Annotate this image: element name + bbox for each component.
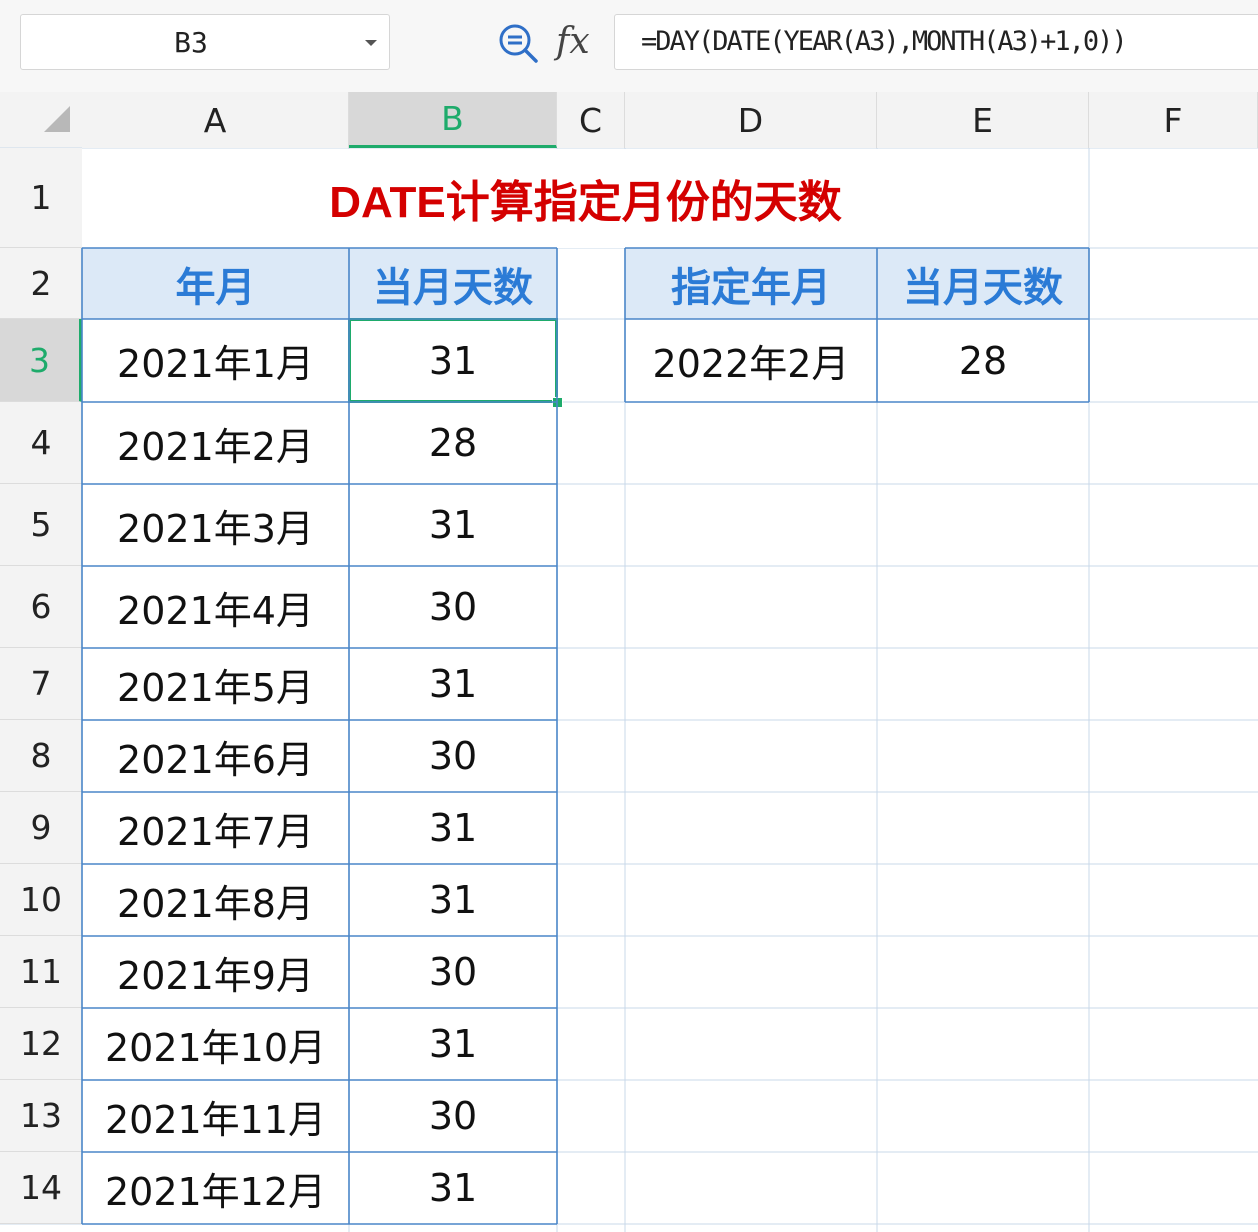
table2-header-0[interactable]: 指定年月 bbox=[625, 248, 877, 319]
row-header-13[interactable]: 13 bbox=[0, 1080, 82, 1152]
chevron-down-icon[interactable] bbox=[359, 15, 383, 71]
name-box-value: B3 bbox=[174, 26, 208, 59]
table1-month-cell[interactable]: 2021年4月 bbox=[82, 566, 349, 648]
row-header-10[interactable]: 10 bbox=[0, 864, 82, 936]
table1-month-cell[interactable]: 2021年1月 bbox=[82, 319, 349, 402]
fx-icon[interactable]: fx bbox=[556, 14, 604, 70]
table1-days-cell[interactable]: 31 bbox=[349, 792, 557, 864]
table1-days-cell[interactable]: 30 bbox=[349, 936, 557, 1008]
row-header-5[interactable]: 5 bbox=[0, 484, 82, 566]
table1-days-cell[interactable]: 31 bbox=[349, 319, 557, 402]
table1-month-cell[interactable]: 2021年8月 bbox=[82, 864, 349, 936]
row-header-1[interactable]: 1 bbox=[0, 148, 82, 248]
table1-days-cell[interactable]: 30 bbox=[349, 1080, 557, 1152]
table1-days-cell[interactable]: 31 bbox=[349, 648, 557, 720]
column-header-d[interactable]: D bbox=[625, 92, 877, 148]
row-header-4[interactable]: 4 bbox=[0, 402, 82, 484]
table1-days-cell[interactable]: 30 bbox=[349, 720, 557, 792]
row-header-2[interactable]: 2 bbox=[0, 248, 82, 319]
fill-handle[interactable] bbox=[552, 397, 563, 408]
formula-bar: B3 fx =DAY(DATE(YEAR(A3),MONTH(A3)+1,0)) bbox=[0, 0, 1258, 92]
column-header-f[interactable]: F bbox=[1089, 92, 1258, 148]
table1-header-0[interactable]: 年月 bbox=[82, 248, 349, 319]
table1-days-cell[interactable]: 31 bbox=[349, 1152, 557, 1224]
row-header-7[interactable]: 7 bbox=[0, 648, 82, 720]
table2-header-1[interactable]: 当月天数 bbox=[877, 248, 1089, 319]
table1-month-cell[interactable]: 2021年12月 bbox=[82, 1152, 349, 1224]
table1-days-cell[interactable]: 28 bbox=[349, 402, 557, 484]
table1-month-cell[interactable]: 2021年10月 bbox=[82, 1008, 349, 1080]
table1-header-1[interactable]: 当月天数 bbox=[349, 248, 557, 319]
table1-days-cell[interactable]: 30 bbox=[349, 566, 557, 648]
column-header-c[interactable]: C bbox=[557, 92, 625, 148]
table1-days-cell[interactable]: 31 bbox=[349, 484, 557, 566]
table1-month-cell[interactable]: 2021年5月 bbox=[82, 648, 349, 720]
table1-month-cell[interactable]: 2021年11月 bbox=[82, 1080, 349, 1152]
row-header-8[interactable]: 8 bbox=[0, 720, 82, 792]
table1-month-cell[interactable]: 2021年9月 bbox=[82, 936, 349, 1008]
row-header-9[interactable]: 9 bbox=[0, 792, 82, 864]
table1-month-cell[interactable]: 2021年2月 bbox=[82, 402, 349, 484]
row-header-3[interactable]: 3 bbox=[0, 319, 82, 402]
column-header-e[interactable]: E bbox=[877, 92, 1089, 148]
row-header-11[interactable]: 11 bbox=[0, 936, 82, 1008]
column-header-b[interactable]: B bbox=[349, 92, 557, 148]
formula-input[interactable]: =DAY(DATE(YEAR(A3),MONTH(A3)+1,0)) bbox=[614, 14, 1258, 70]
row-header-6[interactable]: 6 bbox=[0, 566, 82, 648]
row-header-14[interactable]: 14 bbox=[0, 1152, 82, 1224]
table2-days-cell[interactable]: 28 bbox=[877, 319, 1089, 402]
row-header-12[interactable]: 12 bbox=[0, 1008, 82, 1080]
zoom-formula-icon[interactable] bbox=[497, 22, 539, 64]
name-box[interactable]: B3 bbox=[20, 14, 390, 70]
sheet-title[interactable]: DATE计算指定月份的天数 bbox=[82, 148, 1089, 248]
column-header-a[interactable]: A bbox=[82, 92, 349, 148]
table1-days-cell[interactable]: 31 bbox=[349, 1008, 557, 1080]
table1-month-cell[interactable]: 2021年7月 bbox=[82, 792, 349, 864]
table1-month-cell[interactable]: 2021年3月 bbox=[82, 484, 349, 566]
table1-month-cell[interactable]: 2021年6月 bbox=[82, 720, 349, 792]
table2-month-cell[interactable]: 2022年2月 bbox=[625, 319, 877, 402]
table1-days-cell[interactable]: 31 bbox=[349, 864, 557, 936]
spreadsheet-grid: ABCDEF 1 2 3 4 5 6 7 8 9 10 11 12 13 14 DATE计算指定月份的天数… bbox=[0, 92, 1258, 1232]
